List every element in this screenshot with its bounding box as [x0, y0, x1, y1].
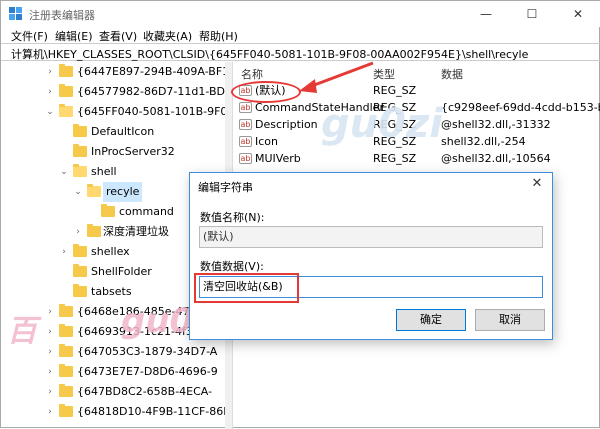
tree-label: shellex: [91, 245, 130, 258]
tree-label: DefaultIcon: [91, 125, 155, 138]
maximize-button[interactable]: ☐: [509, 1, 555, 27]
registry-app-icon: [9, 7, 22, 20]
menu-help[interactable]: 帮助(H): [199, 28, 238, 44]
value-name: MUIVerb: [255, 152, 301, 165]
string-value-icon: ab: [239, 136, 252, 147]
tree-row[interactable]: DefaultIcon: [1, 122, 225, 142]
cancel-button[interactable]: 取消: [475, 309, 545, 331]
folder-icon: [59, 404, 73, 417]
minimize-button[interactable]: —: [463, 1, 509, 27]
value-name: Icon: [255, 135, 278, 148]
folder-icon: [59, 84, 73, 97]
title-bar: 注册表编辑器 — ☐ ✕: [1, 1, 600, 27]
menu-file[interactable]: 文件(F): [11, 28, 48, 44]
expand-chevron-icon[interactable]: ›: [45, 62, 55, 82]
column-data-header[interactable]: 数据: [441, 66, 463, 82]
tree-row[interactable]: › {6473E7E7-D8D6-4696-9: [1, 362, 225, 382]
pointer-arrow-icon: [299, 61, 374, 93]
value-data: shell32.dll,-254: [441, 135, 526, 148]
value-name-field: (默认): [199, 226, 543, 248]
folder-icon: [73, 244, 87, 257]
value-data: {c9298eef-69dd-4cdd-b153-bdb: [441, 101, 600, 114]
expand-chevron-icon[interactable]: ›: [73, 222, 83, 242]
menu-bar: 文件(F) 编辑(E) 查看(V) 收藏夹(A) 帮助(H): [1, 27, 600, 43]
tree-label: 深度清理垃圾: [103, 225, 169, 238]
string-value-icon: ab: [239, 119, 252, 130]
tree-label: {6447E897-294B-409A-BF15-5: [77, 65, 233, 78]
tree-label: shell: [91, 165, 117, 178]
tree-label: {647053C3-1879-34D7-A: [77, 345, 218, 358]
folder-icon: [59, 304, 73, 317]
expand-chevron-icon[interactable]: ›: [45, 362, 55, 382]
tree-label-selected: recyle: [103, 182, 143, 202]
tree-row[interactable]: InProcServer32: [1, 142, 225, 162]
open-folder-icon: [73, 164, 87, 177]
value-data-highlight-box: [194, 273, 299, 303]
dialog-title: 编辑字符串: [198, 181, 253, 194]
registry-editor-window: 注册表编辑器 — ☐ ✕ 文件(F) 编辑(E) 查看(V) 收藏夹(A) 帮助…: [0, 0, 600, 429]
tree-label: tabsets: [91, 285, 132, 298]
folder-icon: [59, 344, 73, 357]
folder-icon: [59, 384, 73, 397]
folder-icon: [101, 204, 115, 217]
window-title: 注册表编辑器: [29, 9, 95, 22]
menu-favorites[interactable]: 收藏夹(A): [143, 28, 192, 44]
menu-edit[interactable]: 编辑(E): [55, 28, 93, 44]
tree-label: command: [119, 205, 174, 218]
default-value-highlight-circle: [231, 81, 301, 103]
folder-icon: [59, 324, 73, 337]
expand-chevron-icon[interactable]: ›: [45, 342, 55, 362]
expand-chevron-icon[interactable]: ›: [45, 402, 55, 422]
tree-row[interactable]: › {64577982-86D7-11d1-BDFC-0: [1, 82, 232, 102]
tree-row[interactable]: › {6447E897-294B-409A-BF15-5: [1, 62, 232, 82]
value-type: REG_SZ: [373, 84, 417, 97]
close-button[interactable]: ✕: [555, 1, 600, 27]
folder-icon: [59, 364, 73, 377]
string-value-icon: ab: [239, 102, 252, 113]
tree-label: {647BD8C2-658B-4ECA-: [77, 385, 213, 398]
address-path[interactable]: 计算机\HKEY_CLASSES_ROOT\CLSID\{645FF040-50…: [11, 46, 528, 62]
folder-icon: [87, 224, 101, 237]
column-name-header[interactable]: 名称: [241, 66, 263, 82]
value-row[interactable]: ab MUIVerb REG_SZ @shell32.dll,-10564: [235, 150, 600, 167]
tree-label: {6473E7E7-D8D6-4696-9: [77, 365, 218, 378]
tree-label: ShellFolder: [91, 265, 152, 278]
expand-chevron-icon[interactable]: ›: [59, 242, 69, 262]
folder-icon: [73, 124, 87, 137]
tree-label: {645FF040-5081-101B-9F08-00: [77, 105, 232, 118]
folder-icon: [59, 64, 73, 77]
tree-label: {64818D10-4F9B-11CF-86EA-0: [77, 405, 233, 418]
value-data: @shell32.dll,-10564: [441, 152, 551, 165]
tree-label: {64577982-86D7-11d1-BDFC-0: [77, 85, 233, 98]
watermark-prefix: 百: [7, 314, 37, 349]
menu-view[interactable]: 查看(V): [99, 28, 137, 44]
expand-chevron-icon[interactable]: ›: [45, 302, 55, 322]
watermark-logo: gu0zi: [321, 101, 443, 147]
value-name: Description: [255, 118, 318, 131]
collapse-chevron-icon[interactable]: ⌄: [45, 102, 55, 122]
folder-icon: [73, 144, 87, 157]
expand-chevron-icon[interactable]: ›: [45, 82, 55, 102]
folder-icon: [73, 284, 87, 297]
value-name-label: 数值名称(N):: [200, 211, 265, 224]
collapse-chevron-icon[interactable]: ⌄: [73, 182, 83, 202]
tree-row[interactable]: › {64818D10-4F9B-11CF-86EA-0: [1, 402, 232, 422]
column-type-header[interactable]: 类型: [373, 66, 395, 82]
value-data: @shell32.dll,-31332: [441, 118, 551, 131]
ok-button[interactable]: 确定: [396, 309, 466, 331]
expand-chevron-icon[interactable]: ›: [45, 382, 55, 402]
string-value-icon: ab: [239, 153, 252, 164]
tree-row[interactable]: ⌄ {645FF040-5081-101B-9F08-00: [1, 102, 232, 122]
dialog-close-button[interactable]: ✕: [522, 173, 552, 195]
folder-icon: [73, 264, 87, 277]
tree-label: InProcServer32: [91, 145, 175, 158]
collapse-chevron-icon[interactable]: ⌄: [59, 162, 69, 182]
value-type: REG_SZ: [373, 152, 417, 165]
expand-chevron-icon[interactable]: ›: [45, 322, 55, 342]
edit-string-dialog: 编辑字符串 ✕ 数值名称(N): (默认) 数值数据(V): 清空回收站(&B)…: [189, 172, 553, 340]
value-data-label: 数值数据(V):: [200, 260, 264, 273]
tree-row[interactable]: › {647BD8C2-658B-4ECA-: [1, 382, 225, 402]
open-folder-icon: [59, 104, 73, 117]
open-folder-icon: [87, 184, 101, 197]
